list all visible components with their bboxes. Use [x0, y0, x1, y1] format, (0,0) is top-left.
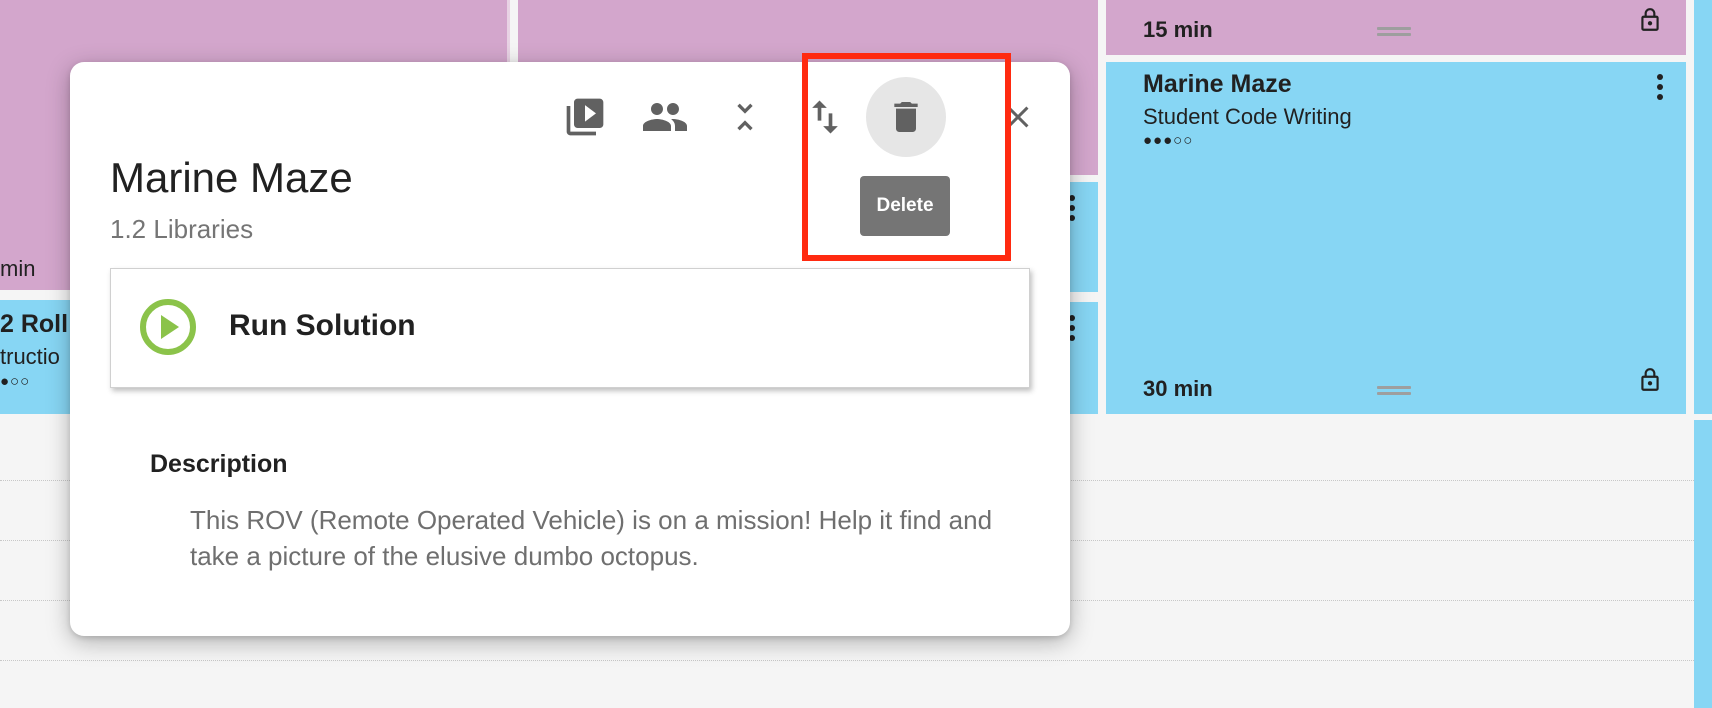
people-icon[interactable]	[641, 93, 689, 141]
card-duration: 30 min	[1143, 376, 1213, 401]
card-difficulty-dots: ●●●○○	[1143, 132, 1194, 149]
activity-block-far-right-lower[interactable]	[1694, 420, 1712, 708]
left-second-dots: ●○○	[0, 373, 31, 390]
left-second-title: 2 Roll	[0, 310, 69, 338]
grid-line	[0, 660, 1712, 661]
card-title: Marine Maze	[1143, 70, 1292, 98]
description-text: This ROV (Remote Operated Vehicle) is on…	[190, 505, 993, 571]
right-top-duration: 15 min	[1143, 17, 1213, 42]
lock-icon[interactable]	[1637, 6, 1663, 34]
more-options-icon[interactable]	[1069, 315, 1077, 345]
run-solution-button[interactable]: Run Solution	[110, 268, 1030, 388]
dialog-title: Marine Maze	[110, 154, 353, 201]
activity-block-far-right[interactable]	[1694, 0, 1712, 414]
play-circle-icon	[139, 298, 197, 356]
video-library-icon[interactable]	[561, 93, 609, 141]
collapse-icon[interactable]	[721, 93, 769, 141]
more-options-icon[interactable]	[1657, 74, 1665, 104]
left-second-subtitle: tructio	[0, 344, 60, 369]
card-subtitle: Student Code Writing	[1143, 104, 1352, 129]
lock-icon[interactable]	[1637, 366, 1663, 394]
highlight-box	[802, 53, 1011, 261]
description-heading: Description	[150, 450, 288, 478]
drag-handle-icon[interactable]	[1377, 27, 1411, 37]
left-block-duration: min	[0, 256, 36, 281]
run-solution-label: Run Solution	[229, 309, 416, 342]
more-options-icon[interactable]	[1069, 195, 1077, 225]
drag-handle-icon[interactable]	[1377, 386, 1411, 396]
dialog-subtitle: 1.2 Libraries	[110, 214, 254, 244]
